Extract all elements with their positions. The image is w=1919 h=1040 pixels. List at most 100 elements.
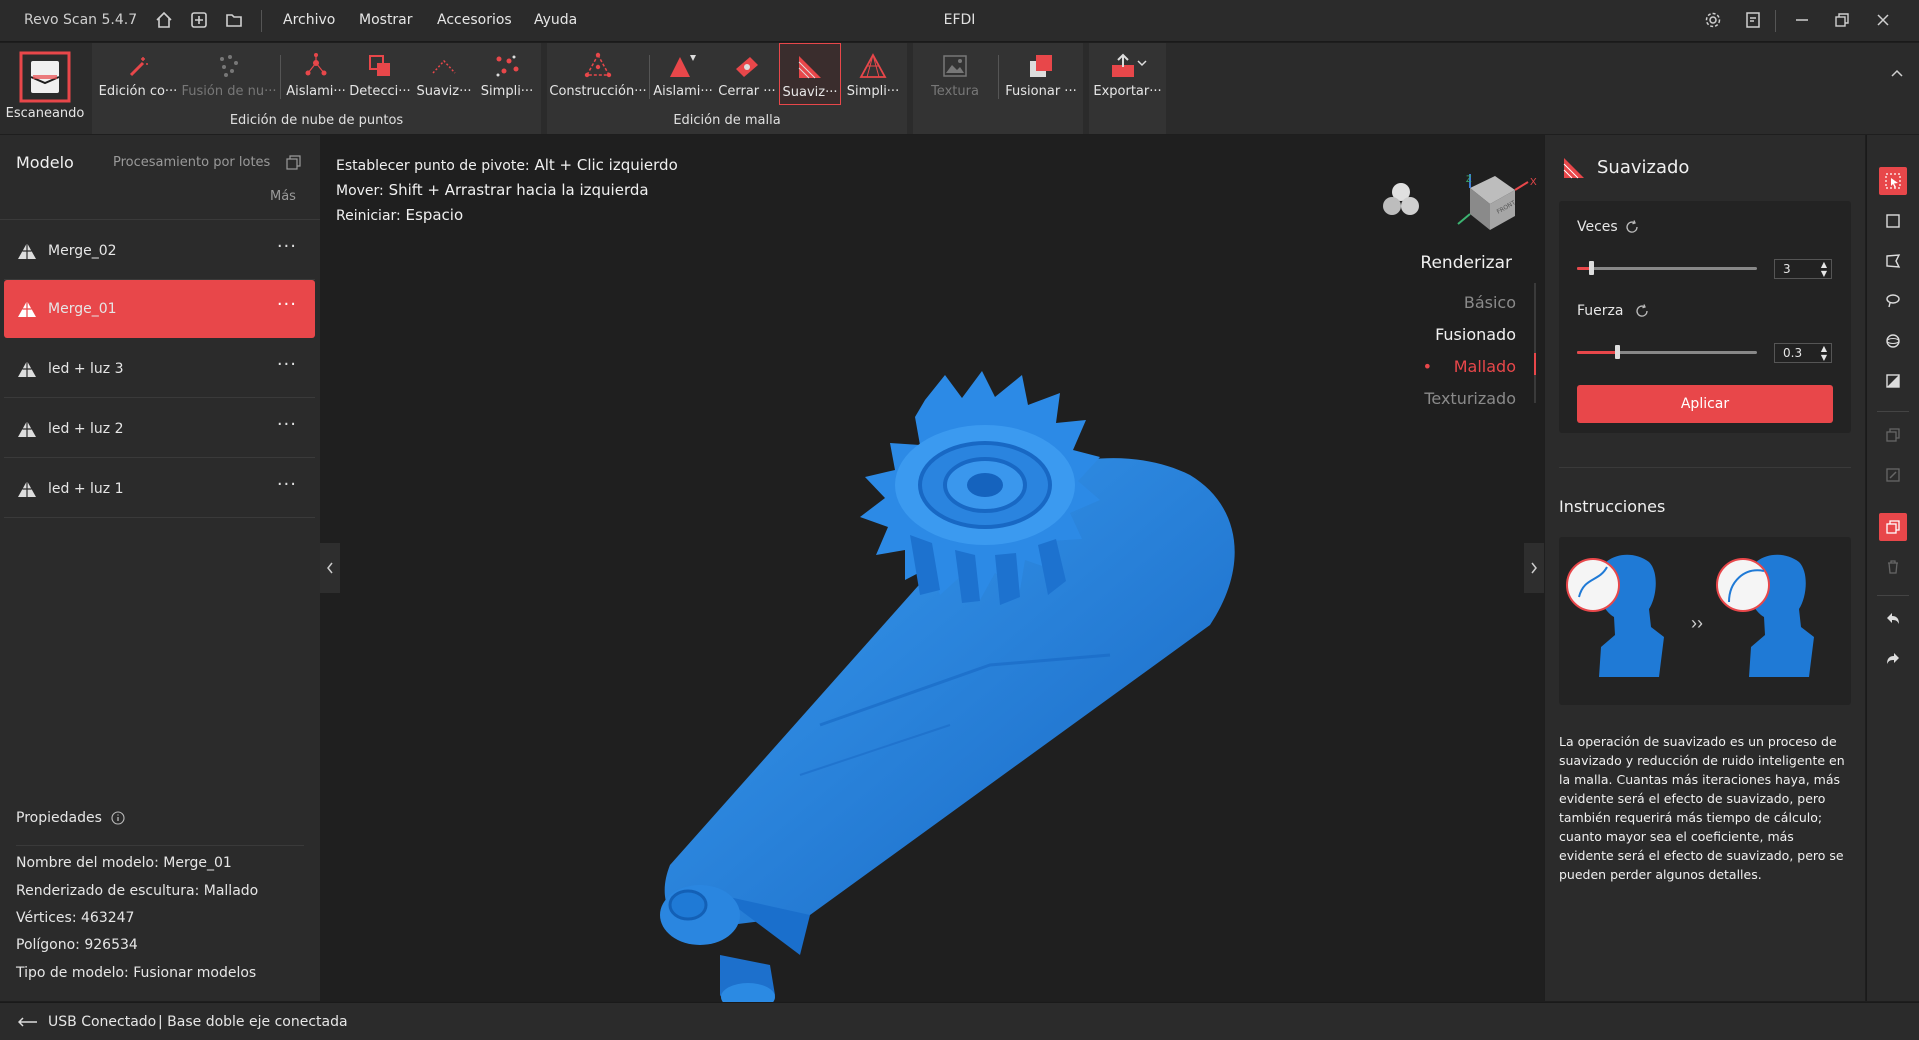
orientation-gizmo[interactable]: X Z FRONT <box>1440 170 1540 240</box>
scanned-mesh-model[interactable] <box>570 305 1290 1025</box>
redo-icon <box>1887 653 1899 664</box>
edit-cloud-button[interactable]: Edición co··· <box>96 43 180 105</box>
reset-strength-icon[interactable] <box>1635 304 1649 322</box>
scan-button[interactable]: Escaneando <box>4 43 86 131</box>
menu-archivo[interactable]: Archivo <box>283 12 335 28</box>
bust-before-image <box>1566 554 1664 677</box>
smooth-mesh-icon <box>798 56 821 79</box>
more-options-icon[interactable]: ··· <box>277 354 297 375</box>
point-cloud-group: Edición co··· Fusión de nu··· Aislami···… <box>92 43 541 134</box>
detect-button[interactable]: Detecci··· <box>348 43 412 105</box>
render-title: Renderizar <box>1420 253 1512 273</box>
mesh-model-icon <box>18 420 36 437</box>
model-item[interactable]: Merge_02 ··· <box>4 222 315 280</box>
batch-processing-link[interactable]: Procesamiento por lotes <box>113 155 270 170</box>
scan-box-icon <box>19 51 71 103</box>
home-icon[interactable] <box>153 9 175 31</box>
model-item[interactable]: led + luz 1 ··· <box>4 460 315 518</box>
export-button[interactable]: Exportar··· <box>1089 43 1166 105</box>
lighting-icon[interactable] <box>1380 180 1422 222</box>
polygon-icon <box>1886 254 1901 268</box>
menu-ayuda[interactable]: Ayuda <box>534 12 577 28</box>
pointer-select-button[interactable] <box>1879 167 1907 195</box>
menu-mostrar[interactable]: Mostrar <box>359 12 413 28</box>
3d-viewport[interactable]: Establecer punto de pivote: Alt + Clic i… <box>320 135 1544 1011</box>
strength-slider-thumb[interactable] <box>1614 345 1620 359</box>
collapse-left-panel-button[interactable] <box>320 543 340 593</box>
render-fused[interactable]: Fusionado <box>1435 325 1516 344</box>
times-slider-thumb[interactable] <box>1589 261 1595 275</box>
close-holes-button[interactable]: Cerrar ··· <box>715 43 779 105</box>
more-options-icon[interactable]: ··· <box>277 474 297 495</box>
smoothing-panel: Suavizado Veces 3 ▲ ▼ Fuerza 0.3 ▲ ▼ Aplicar… <box>1545 135 1865 1001</box>
rectangle-icon <box>1886 214 1900 228</box>
model-item[interactable]: led + luz 3 ··· <box>4 340 315 398</box>
title-bar: Revo Scan 5.4.7 Archivo Mostrar Accesori… <box>0 0 1919 42</box>
copy-selection-button[interactable] <box>1879 421 1907 449</box>
render-mesh[interactable]: Mallado <box>1454 357 1516 376</box>
reset-times-icon[interactable] <box>1625 220 1639 238</box>
simplify-mesh-button[interactable]: Simpli··· <box>841 43 905 105</box>
model-item[interactable]: led + luz 2 ··· <box>4 400 315 458</box>
invert-select-button[interactable] <box>1879 367 1907 395</box>
properties-title: Propiedades <box>16 810 102 826</box>
lasso-select-button[interactable] <box>1879 287 1907 315</box>
connected-select-button[interactable] <box>1879 327 1907 355</box>
menu-accesorios[interactable]: Accesorios <box>437 12 512 28</box>
instructions-text: La operación de suavizado es un proceso … <box>1559 734 1845 882</box>
instruction-illustration: ›› <box>1559 537 1851 705</box>
copy-icon <box>1886 428 1900 442</box>
rect-select-button[interactable] <box>1879 207 1907 235</box>
isolate-points-icon <box>305 53 327 76</box>
times-slider-track[interactable] <box>1577 267 1757 270</box>
smooth-cloud-button[interactable]: Suaviz··· <box>412 43 476 105</box>
undo-button[interactable] <box>1879 605 1907 633</box>
construct-mesh-button[interactable]: Construcción··· <box>549 43 647 105</box>
info-icon[interactable] <box>111 811 125 829</box>
trash-icon <box>1888 560 1898 574</box>
render-selected-dot: • <box>1422 357 1432 376</box>
collapse-right-panel-button[interactable] <box>1524 543 1544 593</box>
minimize-icon[interactable] <box>1791 9 1813 31</box>
render-basic[interactable]: Básico <box>1464 293 1516 312</box>
isolate-mesh-button[interactable]: Aislami··· <box>651 43 715 105</box>
more-options-icon[interactable]: ··· <box>277 414 297 435</box>
open-folder-icon[interactable] <box>223 9 245 31</box>
svg-text:Z: Z <box>1466 174 1472 184</box>
more-link[interactable]: Más <box>270 189 296 204</box>
apply-button[interactable]: Aplicar <box>1577 385 1833 423</box>
texture-button[interactable]: Textura <box>915 43 995 105</box>
duplicate-button[interactable] <box>1879 513 1907 541</box>
more-options-icon[interactable]: ··· <box>277 294 297 315</box>
close-icon[interactable] <box>1872 9 1894 31</box>
pointer-icon <box>1885 173 1901 189</box>
smooth-mesh-button[interactable]: Suaviz··· <box>779 43 841 105</box>
more-options-icon[interactable]: ··· <box>277 236 297 257</box>
lasso-icon <box>1886 294 1900 308</box>
hint-reset: Reiniciar: Espacio <box>336 206 464 224</box>
simplify-cloud-button[interactable]: Simpli··· <box>476 43 538 105</box>
edit-selection-button[interactable] <box>1879 461 1907 489</box>
restore-icon[interactable] <box>1831 9 1853 31</box>
property-polygons: Polígono: 926534 <box>16 937 138 953</box>
settings-icon[interactable] <box>1702 9 1724 31</box>
redo-button[interactable] <box>1879 645 1907 673</box>
isolate-cloud-button[interactable]: Aislami··· <box>284 43 348 105</box>
polygon-select-button[interactable] <box>1879 247 1907 275</box>
new-project-icon[interactable] <box>188 9 210 31</box>
times-spinbox[interactable]: 3 ▲ ▼ <box>1774 259 1832 279</box>
delete-button[interactable] <box>1879 553 1907 581</box>
batch-icon[interactable] <box>286 155 301 174</box>
times-label: Veces <box>1577 219 1618 235</box>
collapse-ribbon-icon[interactable] <box>1890 67 1904 82</box>
strength-label: Fuerza <box>1577 303 1624 319</box>
render-textured[interactable]: Texturizado <box>1424 389 1516 408</box>
mesh-model-icon <box>18 360 36 377</box>
notes-icon[interactable] <box>1742 9 1764 31</box>
model-item-selected[interactable]: Merge_01 ··· <box>4 280 315 338</box>
fuse-cloud-button[interactable]: Fusión de nu··· <box>182 43 277 105</box>
edit-box-icon <box>1886 468 1900 482</box>
model-panel: Modelo Procesamiento por lotes Más Merge… <box>0 135 320 1001</box>
merge-button[interactable]: Fusionar ··· <box>1001 43 1081 105</box>
strength-spinbox[interactable]: 0.3 ▲ ▼ <box>1774 343 1832 363</box>
